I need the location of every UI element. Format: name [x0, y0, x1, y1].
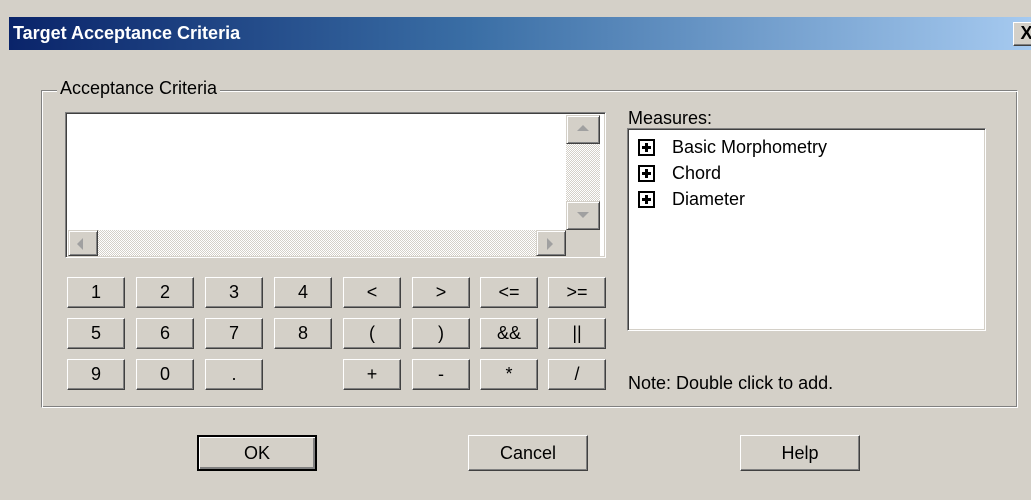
key-multiply-button[interactable]: *	[480, 359, 538, 390]
dialog-window: Target Acceptance Criteria X Acceptance …	[0, 0, 1031, 500]
scroll-right-button[interactable]	[536, 230, 566, 256]
key-less-than-button[interactable]: <	[343, 277, 401, 308]
vertical-scrollbar[interactable]	[566, 115, 600, 230]
measures-label: Measures:	[628, 108, 713, 128]
arrow-down-icon	[577, 212, 589, 218]
key-greater-equal-button[interactable]: >=	[548, 277, 606, 308]
key-5-button[interactable]: 5	[67, 318, 125, 349]
key-3-button[interactable]: 3	[205, 277, 263, 308]
tree-item-label: Basic Morphometry	[672, 136, 828, 157]
plus-box-icon[interactable]	[638, 138, 655, 156]
key-9-button[interactable]: 9	[67, 359, 125, 390]
key-or-button[interactable]: ||	[548, 318, 606, 349]
key-7-button[interactable]: 7	[205, 318, 263, 349]
tree-item-label: Diameter	[672, 188, 746, 209]
key-less-equal-button[interactable]: <=	[480, 277, 538, 308]
arrow-right-icon	[547, 238, 553, 250]
tree-item-diameter[interactable]: Diameter	[638, 186, 745, 212]
scroll-down-button[interactable]	[566, 201, 600, 230]
key-8-button[interactable]: 8	[274, 318, 332, 349]
key-open-paren-button[interactable]: (	[343, 318, 401, 349]
key-greater-than-button[interactable]: >	[412, 277, 470, 308]
tree-item-basic-morphometry[interactable]: Basic Morphometry	[638, 134, 827, 160]
arrow-up-icon	[577, 125, 589, 131]
close-icon: X	[1020, 23, 1031, 43]
hint-note: Note: Double click to add.	[628, 373, 834, 393]
key-0-button[interactable]: 0	[136, 359, 194, 390]
help-button[interactable]: Help	[740, 435, 860, 471]
plus-box-icon[interactable]	[638, 190, 655, 208]
plus-box-icon[interactable]	[638, 164, 655, 182]
key-divide-button[interactable]: /	[548, 359, 606, 390]
expression-input[interactable]	[69, 116, 567, 229]
scroll-left-button[interactable]	[68, 230, 98, 256]
window-title: Target Acceptance Criteria	[13, 23, 241, 43]
measures-tree: Basic Morphometry Chord Diameter	[627, 128, 986, 331]
key-close-paren-button[interactable]: )	[412, 318, 470, 349]
key-decimal-button[interactable]: .	[205, 359, 263, 390]
close-button[interactable]: X	[1013, 22, 1031, 46]
ok-button[interactable]: OK	[197, 435, 317, 471]
horizontal-scrollbar[interactable]	[68, 230, 566, 256]
acceptance-criteria-legend: Acceptance Criteria	[57, 78, 221, 99]
key-2-button[interactable]: 2	[136, 277, 194, 308]
key-4-button[interactable]: 4	[274, 277, 332, 308]
cancel-button[interactable]: Cancel	[468, 435, 588, 471]
title-bar[interactable]: Target Acceptance Criteria X	[9, 17, 1031, 50]
key-6-button[interactable]: 6	[136, 318, 194, 349]
scrollbar-corner	[566, 230, 600, 256]
tree-item-chord[interactable]: Chord	[638, 160, 721, 186]
scroll-up-button[interactable]	[566, 115, 600, 144]
key-plus-button[interactable]: +	[343, 359, 401, 390]
key-and-button[interactable]: &&	[480, 318, 538, 349]
arrow-left-icon	[77, 238, 83, 250]
key-minus-button[interactable]: -	[412, 359, 470, 390]
tree-item-label: Chord	[672, 162, 722, 183]
key-1-button[interactable]: 1	[67, 277, 125, 308]
